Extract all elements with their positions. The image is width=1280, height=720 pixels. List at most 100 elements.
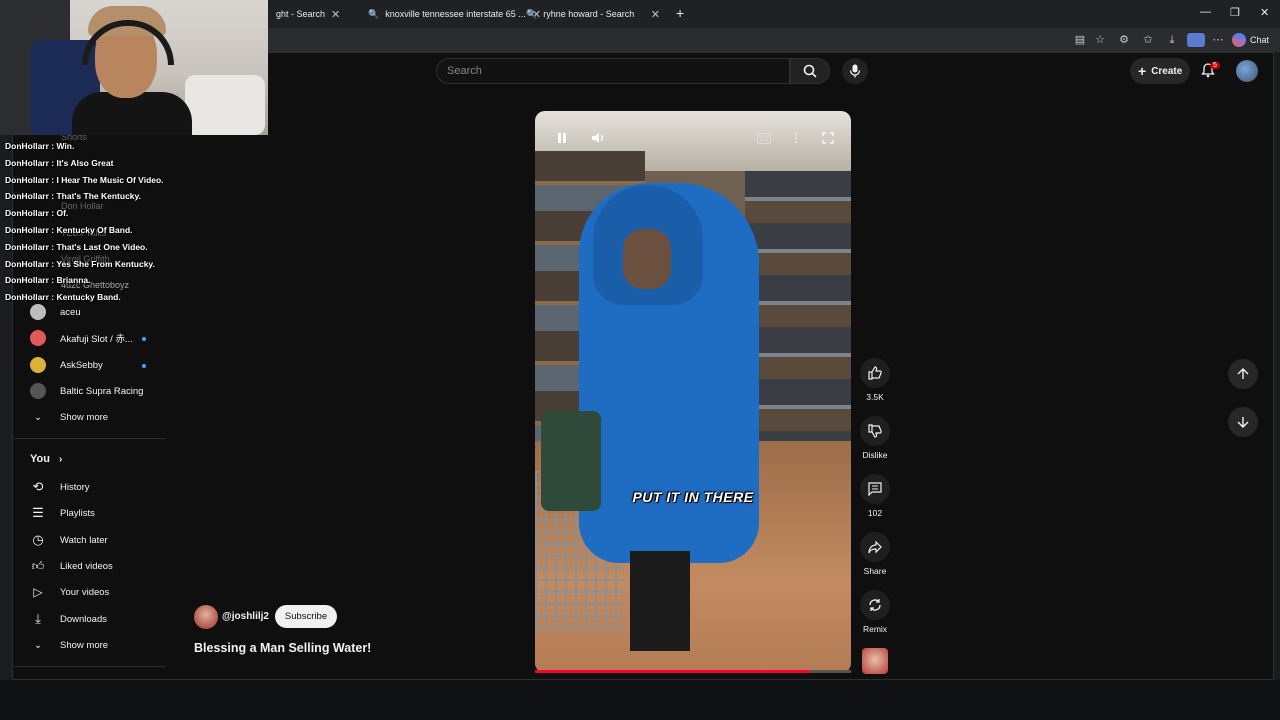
favorite-icon[interactable]: ☆ <box>1093 33 1107 47</box>
webcam-overlay <box>0 0 268 135</box>
avatar <box>30 330 46 346</box>
more-options-button[interactable]: ⋮ <box>787 130 805 146</box>
avatar <box>30 304 46 320</box>
chat-message: DonHollarr : Brianna. <box>5 275 91 286</box>
more-vertical-icon: ⋮ <box>790 131 802 145</box>
remix-icon <box>869 599 881 611</box>
chat-message: DonHollarr : That's The Kentucky. <box>5 191 141 202</box>
sidebar-item-label: History <box>60 481 90 493</box>
sidebar-item-playlists[interactable]: ☰ Playlists <box>30 503 95 523</box>
sidebar-item-label: Liked videos <box>60 560 113 572</box>
show-more-button[interactable]: ⌄ Show more <box>30 635 108 655</box>
you-section-header[interactable]: You › <box>30 453 62 465</box>
new-tab-button[interactable]: + <box>676 5 684 21</box>
more-icon[interactable]: ⋯ <box>1211 33 1225 47</box>
volume-button[interactable] <box>589 130 607 146</box>
chat-message: DonHollarr : I Hear The Music Of Video. <box>5 174 164 185</box>
sidebar-item-watch-later[interactable]: ◷ Watch later <box>30 530 107 550</box>
dislike-button[interactable]: Dislike <box>858 416 892 460</box>
new-content-dot <box>142 364 146 368</box>
profile-icon[interactable] <box>1187 33 1205 47</box>
browser-tab[interactable]: 🔍 ryhne howard - Search ✕ <box>518 3 668 25</box>
comments-button[interactable]: 102 <box>858 474 892 518</box>
download-icon: ⤓ <box>35 611 41 626</box>
chevron-down-icon: ⌄ <box>34 411 42 423</box>
voice-search-button[interactable] <box>842 58 868 84</box>
video-caption: PUT IT IN THERE <box>632 489 754 505</box>
avatar <box>30 383 46 399</box>
close-icon[interactable]: ✕ <box>651 8 660 21</box>
next-short-button[interactable] <box>1228 407 1258 437</box>
show-more-label: Show more <box>60 639 109 651</box>
sidebar-item-label: Your videos <box>60 586 110 598</box>
chat-button[interactable]: Chat <box>1232 31 1269 49</box>
search-icon: 🔍 <box>368 8 380 19</box>
video-title[interactable]: Blessing a Man Selling Water! <box>194 641 371 655</box>
sidebar-item-history[interactable]: ⟲ History <box>30 477 90 497</box>
search-button[interactable] <box>790 58 830 84</box>
video-person <box>623 229 671 289</box>
like-button[interactable]: 3.5K <box>858 358 892 402</box>
sidebar-subscription[interactable]: Akafuji Slot / 赤... <box>30 328 133 348</box>
share-button[interactable]: Share <box>858 532 892 576</box>
remix-button[interactable]: Remix <box>858 590 892 634</box>
video-progress-bar[interactable] <box>535 670 851 673</box>
chevron-down-icon: ⌄ <box>34 639 42 651</box>
pause-icon <box>558 133 566 143</box>
subscription-label: Baltic Supra Racing <box>60 385 144 397</box>
sidebar-subscription[interactable]: Baltic Supra Racing <box>30 381 143 401</box>
download-icon[interactable]: ⤓ <box>1165 33 1179 47</box>
sidebar-item-downloads[interactable]: ⤓ Downloads <box>30 609 107 629</box>
subscription-label: aceu <box>60 306 81 318</box>
close-icon[interactable]: ✕ <box>331 8 340 21</box>
notification-badge: 5 <box>1210 62 1220 69</box>
create-button[interactable]: + Create <box>1130 58 1190 84</box>
stream-chat-overlay: DonHollarr : Win. DonHollarr : It's Also… <box>5 138 175 306</box>
pause-button[interactable] <box>553 130 571 146</box>
account-avatar[interactable] <box>1236 60 1258 82</box>
chat-message: DonHollarr : Kentucky Of Band. <box>5 224 133 235</box>
thumbs-up-icon: 👍︎ <box>31 558 45 573</box>
browser-tab[interactable]: ght - Search ✕ <box>268 3 358 25</box>
sidebar-item-liked-videos[interactable]: 👍︎ Liked videos <box>30 556 113 576</box>
sidebar-subscription[interactable]: AskSebby <box>30 355 103 375</box>
sound-avatar[interactable] <box>862 648 888 674</box>
chat-message: DonHollarr : Of. <box>5 208 69 219</box>
comment-count: 102 <box>867 508 883 518</box>
volume-icon <box>592 133 603 143</box>
show-more-button[interactable]: ⌄ Show more <box>30 407 108 427</box>
webcam-background <box>185 75 265 135</box>
comment-icon <box>868 482 882 496</box>
extension-icon[interactable]: ⚙ <box>1117 33 1131 47</box>
clock-icon: ◷ <box>32 532 44 547</box>
sidebar-item-label: Downloads <box>60 613 107 625</box>
search-input[interactable]: Search <box>436 58 790 84</box>
maximize-icon[interactable]: ❐ <box>1230 6 1240 19</box>
chat-message: DonHollarr : Yes She From Kentucky. <box>5 258 155 269</box>
browser-tab[interactable]: 🔍 knoxville tennessee interstate 65 ... … <box>360 3 541 25</box>
captions-button[interactable]: CC <box>755 130 773 146</box>
reader-icon[interactable]: ▤ <box>1073 33 1087 47</box>
create-label: Create <box>1151 65 1183 77</box>
channel-avatar[interactable] <box>194 605 218 629</box>
remix-label: Remix <box>862 624 888 634</box>
you-label: You <box>30 453 50 465</box>
subscribe-button[interactable]: Subscribe <box>275 605 337 628</box>
expand-icon <box>822 132 834 144</box>
favorites-icon[interactable]: ✩ <box>1141 33 1155 47</box>
fullscreen-button[interactable] <box>819 130 837 146</box>
previous-short-button[interactable] <box>1228 359 1258 389</box>
sidebar-item-your-videos[interactable]: ▷ Your videos <box>30 582 109 602</box>
divider <box>14 666 166 667</box>
chat-label: Chat <box>1250 35 1270 45</box>
share-icon <box>868 540 882 554</box>
minimize-icon[interactable]: — <box>1200 6 1211 18</box>
channel-name[interactable]: @joshlilj2 <box>222 611 269 622</box>
tab-label: knoxville tennessee interstate 65 ... <box>385 9 526 19</box>
shorts-video-player[interactable]: PUT IT IN THERE <box>535 111 851 673</box>
chat-message: DonHollarr : That's Last One Video. <box>5 241 148 252</box>
chat-message: DonHollarr : It's Also Great <box>5 157 114 168</box>
search-icon: 🔍 <box>526 8 538 19</box>
plus-icon: + <box>1138 63 1147 79</box>
close-window-icon[interactable]: ✕ <box>1260 6 1269 19</box>
